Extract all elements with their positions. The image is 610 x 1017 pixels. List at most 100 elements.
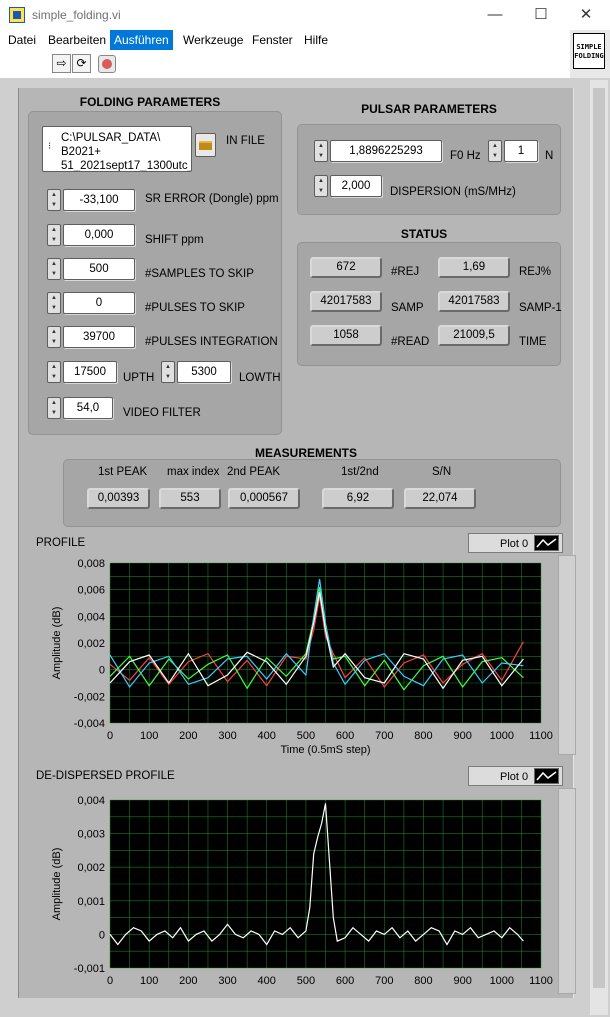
n-spinner[interactable]: ▲ ▼ (488, 140, 502, 162)
dispersion-spinner[interactable]: ▲ ▼ (314, 175, 328, 197)
pulses-integration-spinner[interactable]: ▲ ▼ (47, 326, 61, 348)
x-tick-label: 300 (218, 730, 236, 742)
second-peak-indicator: 0,000567 (228, 488, 300, 509)
toolbar: ⇨ ⟳ (0, 50, 570, 78)
first-peak-label: 1st PEAK (98, 466, 148, 478)
rej-pct-label: REJ% (519, 266, 551, 278)
samples-skip-label: #SAMPLES TO SKIP (145, 268, 254, 280)
x-tick-label: 600 (336, 730, 354, 742)
minimize-button[interactable]: — (472, 0, 518, 30)
sn-label: S/N (432, 466, 452, 478)
samples-skip-input[interactable]: 500 (63, 258, 135, 280)
x-tick-label: 100 (140, 975, 158, 987)
x-tick-label: 600 (336, 975, 354, 987)
dedispersed-chart-scrollbar[interactable] (558, 788, 576, 994)
pulses-skip-input[interactable]: 0 (63, 292, 135, 314)
measurements-title: MEASUREMENTS (254, 446, 357, 460)
x-tick-label: 100 (140, 730, 158, 742)
x-tick-label: 400 (258, 975, 276, 987)
x-tick-label: 1100 (529, 975, 553, 987)
profile-chart-scrollbar[interactable] (558, 555, 576, 755)
rej-pct-indicator: 1,69 (438, 257, 510, 278)
rej-indicator: 672 (310, 257, 382, 278)
menu-werkzeuge[interactable]: Werkzeuge (179, 30, 247, 50)
vertical-scrollbar[interactable] (590, 80, 608, 1015)
profile-chart: PROFILE Plot 0 0 100 200 300 400 500 600 700 800… (28, 533, 576, 761)
profile-plot: 0 100 200 300 400 500 600 700 800 900 1000 1100 0,00… (51, 558, 553, 756)
labview-app-icon (9, 7, 25, 23)
dedispersed-legend-label: Plot 0 (500, 771, 529, 783)
x-tick-label: 900 (453, 975, 471, 987)
x-tick-label: 300 (218, 975, 236, 987)
vi-icon-line2: FOLDING (574, 52, 604, 60)
title-bar: simple_folding.vi — ☐ ✕ (0, 0, 610, 30)
f0-spinner[interactable]: ▲ ▼ (314, 140, 328, 162)
menu-bearbeiten[interactable]: Bearbeiten (44, 30, 110, 50)
samp1-label: SAMP-1 (519, 302, 562, 314)
x-tick-label: 1000 (490, 730, 514, 742)
shift-spinner[interactable]: ▲ ▼ (47, 224, 61, 246)
video-filter-spinner[interactable]: ▲ ▼ (47, 397, 61, 419)
menu-datei[interactable]: Datei (4, 30, 40, 50)
n-input[interactable]: 1 (504, 140, 538, 162)
x-tick-label: 200 (179, 730, 197, 742)
upth-spinner[interactable]: ▲ ▼ (47, 361, 61, 383)
x-tick-label: 200 (179, 975, 197, 987)
lowth-input[interactable]: 5300 (177, 361, 231, 383)
menu-hilfe[interactable]: Hilfe (300, 30, 332, 50)
dispersion-label: DISPERSION (mS/MHz) (390, 186, 516, 198)
x-axis-label: Time (0.5mS step) (280, 744, 370, 756)
upth-input[interactable]: 17500 (63, 361, 117, 383)
plot-line-icon (534, 535, 559, 551)
in-file-path-control[interactable]: ⁝ C:\PULSAR_DATA\ B2021+ 51_2021sept17_1… (42, 126, 192, 172)
x-tick-label: 0 (107, 730, 113, 742)
folding-parameters-title: FOLDING PARAMETERS (79, 95, 221, 109)
f0-input[interactable]: 1,8896225293 (330, 140, 442, 162)
y-tick-label: 0 (99, 665, 105, 677)
run-arrow-icon[interactable]: ⇨ (52, 54, 71, 73)
pulsar-parameters-section (297, 124, 561, 215)
max-index-label: max index (167, 466, 220, 478)
y-tick-label: -0,004 (74, 718, 105, 730)
dedispersed-legend[interactable]: Plot 0 (468, 766, 563, 786)
samples-skip-spinner[interactable]: ▲ ▼ (47, 258, 61, 280)
in-file-label: IN FILE (226, 135, 265, 147)
close-button[interactable]: ✕ (563, 0, 609, 30)
status-title: STATUS (400, 227, 448, 241)
dispersion-input[interactable]: 2,000 (330, 175, 382, 197)
rej-label: #REJ (391, 266, 420, 278)
menu-fenster[interactable]: Fenster (248, 30, 297, 50)
pulses-integration-input[interactable]: 39700 (63, 326, 135, 348)
samp1-indicator: 42017583 (438, 291, 510, 312)
x-tick-label: 500 (297, 975, 315, 987)
max-index-indicator: 553 (159, 488, 221, 509)
dedispersed-plot: 0 100 200 300 400 500 600 700 800 900 1000 1100 0,00… (51, 795, 553, 987)
vi-icon: SIMPLE FOLDING (573, 33, 605, 69)
maximize-button[interactable]: ☐ (518, 0, 564, 30)
path-glyph-icon: ⁝ (48, 141, 52, 152)
upth-label: UPTH (123, 372, 155, 384)
sr-error-spinner[interactable]: ▲ ▼ (47, 189, 61, 211)
lowth-spinner[interactable]: ▲ ▼ (161, 361, 175, 383)
sr-error-input[interactable]: -33,100 (63, 189, 135, 211)
f0-label: F0 Hz (450, 150, 481, 162)
pulses-skip-spinner[interactable]: ▲ ▼ (47, 292, 61, 314)
profile-chart-title: PROFILE (36, 537, 86, 549)
video-filter-input[interactable]: 54,0 (63, 397, 113, 419)
y-tick-label: 0,006 (77, 585, 105, 597)
samp-indicator: 42017583 (310, 291, 382, 312)
in-file-path-line2: B2021+ (61, 146, 101, 158)
abort-icon[interactable] (98, 55, 116, 73)
n-label: N (545, 150, 554, 162)
shift-input[interactable]: 0,000 (63, 224, 135, 246)
ratio-indicator: 6,92 (322, 488, 394, 509)
read-label: #READ (391, 336, 430, 348)
profile-legend[interactable]: Plot 0 (468, 533, 563, 553)
scrollbar-thumb[interactable] (593, 88, 605, 988)
pulses-integration-label: #PULSES INTEGRATION (145, 336, 278, 348)
x-tick-label: 0 (107, 975, 113, 987)
menu-ausfuehren[interactable]: Ausführen (110, 30, 173, 50)
y-tick-label: 0,002 (77, 862, 105, 874)
run-continuously-icon[interactable]: ⟳ (72, 54, 91, 73)
browse-folder-button[interactable] (195, 133, 216, 157)
